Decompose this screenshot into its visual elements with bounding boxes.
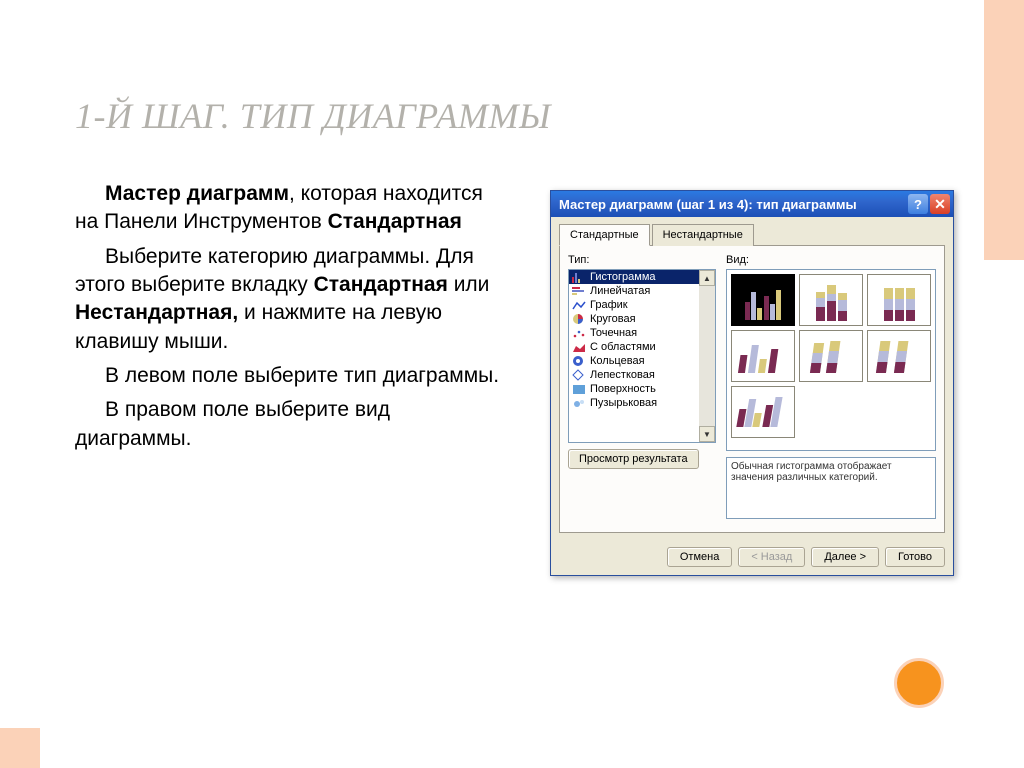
list-item[interactable]: Круговая (569, 312, 699, 326)
scroll-up-icon[interactable]: ▲ (699, 270, 715, 286)
finish-button[interactable]: Готово (885, 547, 945, 567)
list-item-label: Круговая (590, 313, 636, 325)
close-button[interactable]: ✕ (930, 194, 950, 214)
next-button[interactable]: Далее > (811, 547, 879, 567)
pie-chart-icon (572, 314, 586, 325)
body-text: Мастер диаграмм, которая находится на Па… (75, 180, 510, 459)
list-item[interactable]: Линейчатая (569, 284, 699, 298)
decor-circle (894, 658, 944, 708)
dialog-title: Мастер диаграмм (шаг 1 из 4): тип диагра… (559, 197, 857, 212)
decor-top-right (984, 0, 1024, 260)
list-item[interactable]: График (569, 298, 699, 312)
area-chart-icon (572, 342, 586, 353)
chart-subtype-1[interactable] (731, 274, 795, 326)
bubble-chart-icon (572, 398, 586, 409)
list-item[interactable]: Лепестковая (569, 368, 699, 382)
list-item[interactable]: С областями (569, 340, 699, 354)
scrollbar[interactable]: ▲ ▼ (699, 270, 715, 442)
tab-panel: Тип: Гистограмма Линейчатая (559, 246, 945, 533)
view-label: Вид: (726, 254, 936, 266)
decor-bottom-left (0, 728, 40, 768)
chart-subtype-4[interactable] (731, 330, 795, 382)
list-item-label: Поверхность (590, 383, 656, 395)
chart-subtype-3[interactable] (867, 274, 931, 326)
bold-master: Мастер диаграмм (105, 182, 289, 205)
preview-pane (726, 269, 936, 451)
slide-title: 1-Й ШАГ. ТИП ДИАГРАММЫ (75, 95, 551, 137)
back-button[interactable]: < Назад (738, 547, 805, 567)
help-button[interactable]: ? (908, 194, 928, 214)
bold-standard-2: Стандартная (314, 273, 448, 296)
list-item-label: Кольцевая (590, 355, 645, 367)
chart-wizard-dialog: Мастер диаграмм (шаг 1 из 4): тип диагра… (550, 190, 954, 576)
scatter-chart-icon (572, 328, 586, 339)
line-chart-icon (572, 300, 586, 311)
view-column: Вид: (726, 254, 936, 524)
scroll-track[interactable] (699, 286, 715, 426)
radar-chart-icon (572, 370, 586, 381)
paragraph-4: В правом поле выберите вид диаграммы. (75, 396, 510, 453)
bold-standard-1: Стандартная (328, 210, 462, 233)
tabs: Стандартные Нестандартные (559, 223, 945, 246)
cancel-button[interactable]: Отмена (667, 547, 732, 567)
preview-result-button[interactable]: Просмотр результата (568, 449, 699, 469)
tab-standard[interactable]: Стандартные (559, 224, 650, 246)
list-item[interactable]: Кольцевая (569, 354, 699, 368)
scroll-down-icon[interactable]: ▼ (699, 426, 715, 442)
chart-subtype-2[interactable] (799, 274, 863, 326)
list-items: Гистограмма Линейчатая График (569, 270, 699, 442)
chart-subtype-6[interactable] (867, 330, 931, 382)
surface-chart-icon (572, 384, 586, 395)
preview-row: Просмотр результата (568, 449, 716, 469)
bar-chart-icon (572, 272, 586, 283)
dialog-body: Стандартные Нестандартные Тип: Гистограм… (551, 217, 953, 541)
paragraph-2: Выберите категорию диаграммы. Для этого … (75, 243, 510, 356)
list-item[interactable]: Поверхность (569, 382, 699, 396)
type-column: Тип: Гистограмма Линейчатая (568, 254, 716, 524)
donut-chart-icon (572, 356, 586, 367)
list-item-label: Лепестковая (590, 369, 655, 381)
p2-mid: или (448, 273, 490, 296)
paragraph-3: В левом поле выберите тип диаграммы. (75, 362, 510, 390)
hbar-chart-icon (572, 286, 586, 297)
list-item-label: График (590, 299, 628, 311)
slide: 1-Й ШАГ. ТИП ДИАГРАММЫ Мастер диаграмм, … (0, 0, 1024, 768)
type-label: Тип: (568, 254, 716, 266)
tab-custom[interactable]: Нестандартные (652, 224, 754, 246)
list-item-label: Линейчатая (590, 285, 650, 297)
type-listbox[interactable]: Гистограмма Линейчатая График (568, 269, 716, 443)
list-item[interactable]: Точечная (569, 326, 699, 340)
list-item[interactable]: Пузырьковая (569, 396, 699, 410)
list-item-label: Точечная (590, 327, 637, 339)
chart-subtype-7[interactable] (731, 386, 795, 438)
chart-subtype-5[interactable] (799, 330, 863, 382)
titlebar[interactable]: Мастер диаграмм (шаг 1 из 4): тип диагра… (551, 191, 953, 217)
dialog-buttons: Отмена < Назад Далее > Готово (551, 541, 953, 575)
list-item-label: Гистограмма (590, 271, 656, 283)
description-box: Обычная гистограмма отображает значения … (726, 457, 936, 519)
paragraph-1: Мастер диаграмм, которая находится на Па… (75, 180, 510, 237)
list-item-label: Пузырьковая (590, 397, 657, 409)
list-item[interactable]: Гистограмма (569, 270, 699, 284)
list-item-label: С областями (590, 341, 656, 353)
bold-custom: Нестандартная, (75, 301, 238, 324)
